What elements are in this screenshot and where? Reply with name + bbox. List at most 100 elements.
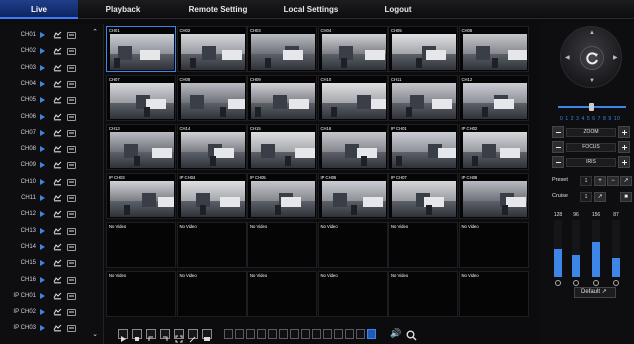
image-slider[interactable] — [592, 220, 600, 277]
video-cell[interactable]: CH02 — [176, 26, 247, 72]
folder-icon[interactable] — [67, 32, 76, 39]
layout-icon[interactable] — [279, 329, 288, 339]
video-cell[interactable]: CH04 — [317, 26, 388, 72]
folder-icon[interactable] — [67, 64, 76, 72]
layout-icon[interactable] — [235, 329, 244, 339]
play-channel-icon[interactable] — [40, 292, 45, 299]
video-cell[interactable]: IP CH01 — [388, 124, 458, 170]
play-channel-icon[interactable] — [40, 243, 45, 250]
video-cell[interactable]: CH06 — [458, 26, 529, 72]
layout-icon[interactable] — [334, 329, 343, 339]
layout-icon[interactable] — [246, 329, 255, 339]
image-slider[interactable] — [572, 220, 580, 277]
video-cell[interactable]: CH09 — [247, 75, 317, 121]
preset-call-button[interactable]: ↗ — [620, 176, 632, 186]
channel-row[interactable]: IP CH01 — [0, 289, 90, 305]
record-icon[interactable] — [53, 194, 62, 202]
folder-icon[interactable] — [67, 80, 76, 88]
play-channel-icon[interactable] — [40, 48, 45, 55]
video-cell[interactable]: CH12 — [458, 75, 529, 121]
record-icon[interactable] — [53, 80, 62, 88]
layout-icon[interactable] — [345, 329, 354, 339]
video-cell[interactable]: No Video — [458, 222, 529, 268]
logout-button[interactable]: Logout — [380, 0, 416, 19]
play-channel-icon[interactable] — [40, 64, 45, 71]
record-icon[interactable] — [53, 47, 62, 55]
channel-row[interactable]: CH04 — [0, 77, 90, 93]
channel-row[interactable]: CH08 — [0, 142, 90, 158]
play-channel-icon[interactable] — [40, 80, 45, 87]
preset-input[interactable]: 1 — [580, 176, 592, 186]
layout-icon[interactable] — [301, 329, 310, 339]
video-cell[interactable]: IP CH04 — [176, 173, 247, 219]
video-cell[interactable]: No Video — [317, 271, 388, 317]
folder-icon[interactable] — [67, 129, 76, 137]
video-cell[interactable]: IP CH03 — [106, 173, 176, 219]
image-slider[interactable] — [612, 220, 620, 277]
channel-row[interactable]: CH13 — [0, 224, 90, 240]
record-icon[interactable] — [53, 308, 62, 316]
folder-icon[interactable] — [67, 48, 76, 56]
ptz-right-icon[interactable]: ▶ — [613, 54, 618, 61]
video-cell[interactable]: CH10 — [317, 75, 388, 121]
video-cell[interactable]: No Video — [106, 271, 176, 317]
zoom-out-button[interactable] — [552, 126, 564, 138]
folder-icon[interactable] — [67, 211, 76, 219]
folder-icon[interactable] — [67, 325, 76, 333]
record-icon[interactable] — [53, 96, 62, 104]
record-icon[interactable] — [53, 292, 62, 300]
record-icon[interactable] — [53, 113, 62, 121]
folder-icon[interactable] — [67, 243, 76, 251]
tab-live[interactable]: Live — [0, 0, 78, 19]
video-cell[interactable]: CH01 — [106, 26, 176, 72]
video-cell[interactable]: No Video — [176, 222, 247, 268]
layout-icon[interactable] — [323, 329, 332, 339]
channel-row[interactable]: CH02 — [0, 44, 90, 60]
video-cell[interactable]: IP CH08 — [458, 173, 529, 219]
channel-row[interactable]: IP CH02 — [0, 305, 90, 321]
folder-icon[interactable] — [67, 292, 76, 300]
folder-icon[interactable] — [67, 309, 76, 317]
iris-plus-button[interactable] — [618, 156, 630, 168]
cruise-stop-button[interactable]: ■ — [620, 192, 632, 202]
tab-remote-setting[interactable]: Remote Setting — [180, 0, 256, 19]
record-icon[interactable] — [53, 145, 62, 153]
folder-icon[interactable] — [67, 195, 76, 202]
video-cell[interactable]: CH15 — [247, 124, 317, 170]
video-cell[interactable]: No Video — [247, 271, 317, 317]
play-channel-icon[interactable] — [40, 32, 45, 38]
play-channel-icon[interactable] — [40, 195, 45, 201]
play-channel-icon[interactable] — [40, 129, 45, 136]
record-icon[interactable] — [53, 276, 62, 284]
channel-row[interactable]: CH11 — [0, 191, 90, 207]
channel-row[interactable]: CH15 — [0, 256, 90, 272]
video-cell[interactable]: CH07 — [106, 75, 176, 121]
edit-icon[interactable] — [188, 329, 198, 343]
ptz-down-icon[interactable]: ▼ — [589, 78, 595, 84]
record-icon[interactable] — [53, 243, 62, 251]
folder-icon[interactable] — [67, 97, 76, 105]
record-icon[interactable] — [53, 129, 62, 137]
play-channel-icon[interactable] — [40, 113, 45, 120]
layout-icon[interactable] — [268, 329, 277, 339]
channel-row[interactable]: CH07 — [0, 126, 90, 142]
video-cell[interactable]: IP CH05 — [247, 173, 317, 219]
ptz-speed-handle[interactable] — [588, 103, 594, 111]
layout-icon[interactable] — [257, 329, 266, 339]
folder-icon[interactable] — [67, 146, 76, 154]
folder-icon[interactable] — [67, 260, 76, 268]
stop-icon[interactable] — [132, 329, 142, 341]
channel-row[interactable]: CH16 — [0, 273, 90, 289]
play-channel-icon[interactable] — [40, 146, 45, 153]
video-cell[interactable]: CH16 — [317, 124, 388, 170]
record-icon[interactable] — [53, 161, 62, 169]
preset-add-button[interactable]: + — [594, 176, 606, 186]
channel-list-scrollbar[interactable]: ⌃ ⌄ — [91, 24, 99, 344]
video-cell[interactable]: No Video — [176, 271, 247, 317]
folder-icon[interactable] — [67, 178, 76, 186]
channel-row[interactable]: CH10 — [0, 175, 90, 191]
snapshot-icon[interactable] — [202, 329, 212, 341]
iris-minus-button[interactable] — [552, 156, 564, 168]
ptz-up-icon[interactable]: ▲ — [589, 30, 595, 36]
video-cell[interactable]: IP CH06 — [317, 173, 388, 219]
